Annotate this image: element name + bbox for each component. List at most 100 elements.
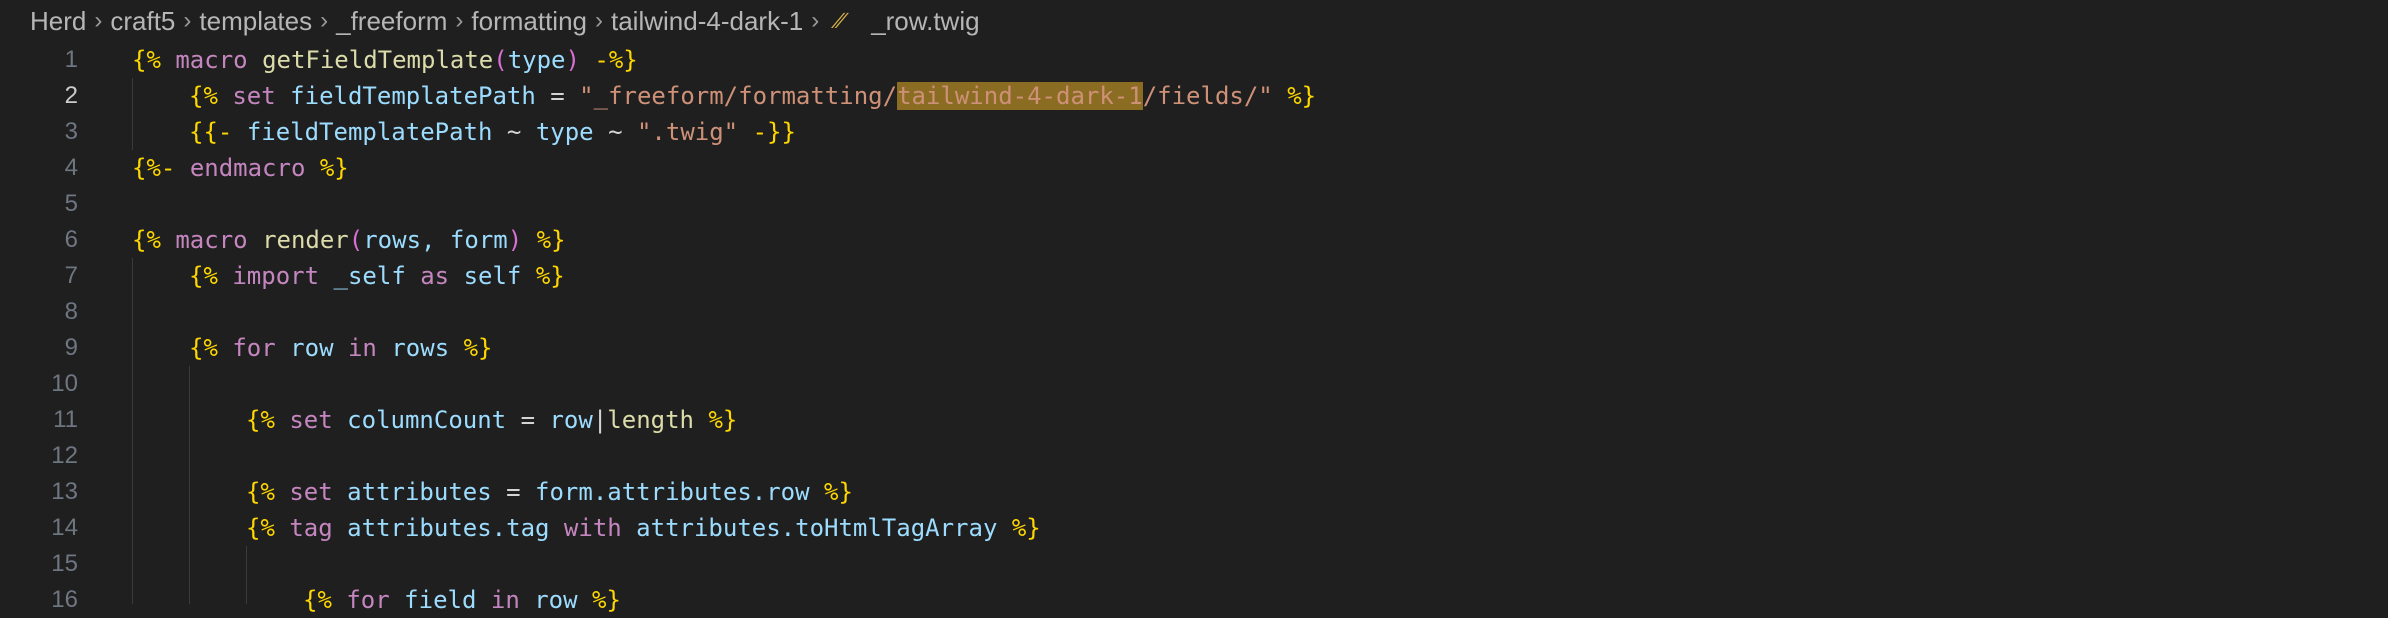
code-line[interactable]: 14 {% tag attributes.tag with attributes… [0,510,2388,546]
chevron-right-icon: › [94,7,103,34]
breadcrumb-item-craft5[interactable]: craft5 [110,6,175,37]
chevron-right-icon: › [320,7,329,34]
line-number: 13 [51,478,78,505]
code-token: ( [493,46,508,74]
code-line[interactable]: 8 [0,294,2388,330]
code-line[interactable]: 7 {% import _self as self %} [0,258,2388,294]
code-text: {% import _self as self %} [189,258,565,294]
code-token: {%- [132,154,176,182]
code-line[interactable]: 12 [0,438,2388,474]
breadcrumb-item-formatting[interactable]: formatting [471,6,587,37]
code-line[interactable]: 15 [0,546,2388,582]
code-token: %} [1287,82,1317,110]
code-token: row [534,586,578,614]
breadcrumb-item-freeform[interactable]: _freeform [336,6,447,37]
code-token: ) [565,46,580,74]
code-token: for [346,586,390,614]
line-number: 8 [64,298,78,325]
code-token: attributes [347,478,492,506]
code-token: for [232,334,276,362]
code-token: render [262,226,349,254]
code-token: self [463,262,522,290]
code-token: ".twig" [636,118,739,146]
chevron-right-icon: › [455,7,464,34]
code-text: {% macro getFieldTemplate(type) -%} [132,42,638,78]
line-number: 9 [64,334,78,361]
breadcrumb-item-herd[interactable]: Herd [30,6,86,37]
code-token: fieldTemplatePath [246,118,493,146]
code-token: %} [535,262,565,290]
line-number: 15 [51,550,78,577]
chevron-right-icon: › [595,7,603,34]
code-token: set [289,406,333,434]
line-number: 3 [64,118,78,145]
code-token: | [592,406,608,434]
code-token: tag [289,514,333,542]
code-token: import [232,262,320,290]
code-line[interactable]: 1 {% macro getFieldTemplate(type) -%} [0,42,2388,78]
line-number: 2 [64,82,78,109]
line-number: 6 [64,226,78,253]
code-token: rows, [363,226,436,254]
code-token: ( [348,226,364,254]
code-text: {% for row in rows %} [189,330,493,366]
breadcrumb-item-tailwind[interactable]: tailwind-4-dark-1 [611,6,803,37]
code-line[interactable]: 6 {% macro render(rows, form) %} [0,222,2388,258]
code-line[interactable]: 16 {% for field in row %} [0,582,2388,618]
code-token: getFieldTemplate [262,46,494,74]
breadcrumb: Herd › craft5 › templates › _freeform › … [30,0,980,42]
code-token: attributes.tag [347,514,550,542]
code-token: _self [333,262,406,290]
code-token: fieldTemplatePath [290,82,536,110]
code-token: -}} [752,118,796,146]
code-line[interactable]: 10 [0,366,2388,402]
code-token: %} [1011,514,1041,542]
code-token: {% [189,262,218,290]
code-token: in [490,586,520,614]
code-line[interactable]: 11 {% set columnCount = row|length %} [0,402,2388,438]
code-token: form.attributes.row [535,478,810,506]
code-text: {% macro render(rows, form) %} [132,222,566,258]
code-token: -%} [594,46,638,74]
code-token: {% [246,478,275,506]
line-number: 1 [64,46,78,73]
code-line[interactable]: 13 {% set attributes = form.attributes.r… [0,474,2388,510]
code-token: columnCount [347,406,507,434]
code-line[interactable]: 3 {{- fieldTemplatePath ~ type ~ ".twig"… [0,114,2388,150]
code-token: ~ [608,118,623,146]
code-token: ~ [506,118,522,146]
code-line[interactable]: 9 {% for row in rows %} [0,330,2388,366]
code-token: "_freeform/formatting/ [579,82,898,110]
code-token: macro [175,226,248,254]
code-line[interactable]: 4 {%- endmacro %} [0,150,2388,186]
code-token: %} [592,586,621,614]
code-token: = [550,82,565,110]
breadcrumb-item-templates[interactable]: templates [199,6,312,37]
code-token: rows [391,334,450,362]
code-token: type [507,46,566,74]
code-line[interactable]: 5 [0,186,2388,222]
code-line-active[interactable]: 2 {% set fieldTemplatePath = "_freeform/… [0,78,2388,114]
code-text: {{- fieldTemplatePath ~ type ~ ".twig" -… [189,114,796,150]
chevron-right-icon: › [183,7,192,34]
code-token: row [290,334,334,362]
code-text: {% for field in row %} [303,582,621,618]
code-token: attributes.toHtmlTagArray [636,514,998,542]
breadcrumb-file[interactable]: _row.twig [871,6,979,37]
selected-text[interactable]: tailwind-4-dark-1 [897,82,1143,110]
code-token: %} [319,154,349,182]
twig-file-icon: ⁄⁄ [834,8,848,33]
code-token: type [535,118,594,146]
code-token: with [563,514,622,542]
code-token: %} [536,226,566,254]
code-token: {% [189,334,218,362]
code-token: length [607,406,694,434]
line-number: 10 [51,370,78,397]
line-number: 7 [64,262,78,289]
code-editor[interactable]: 1 {% macro getFieldTemplate(type) -%} 2 … [0,42,2388,614]
line-number: 4 [64,154,78,181]
code-token: form [449,226,508,254]
code-token: set [232,82,276,110]
line-number: 11 [53,406,78,433]
code-token: as [420,262,450,290]
